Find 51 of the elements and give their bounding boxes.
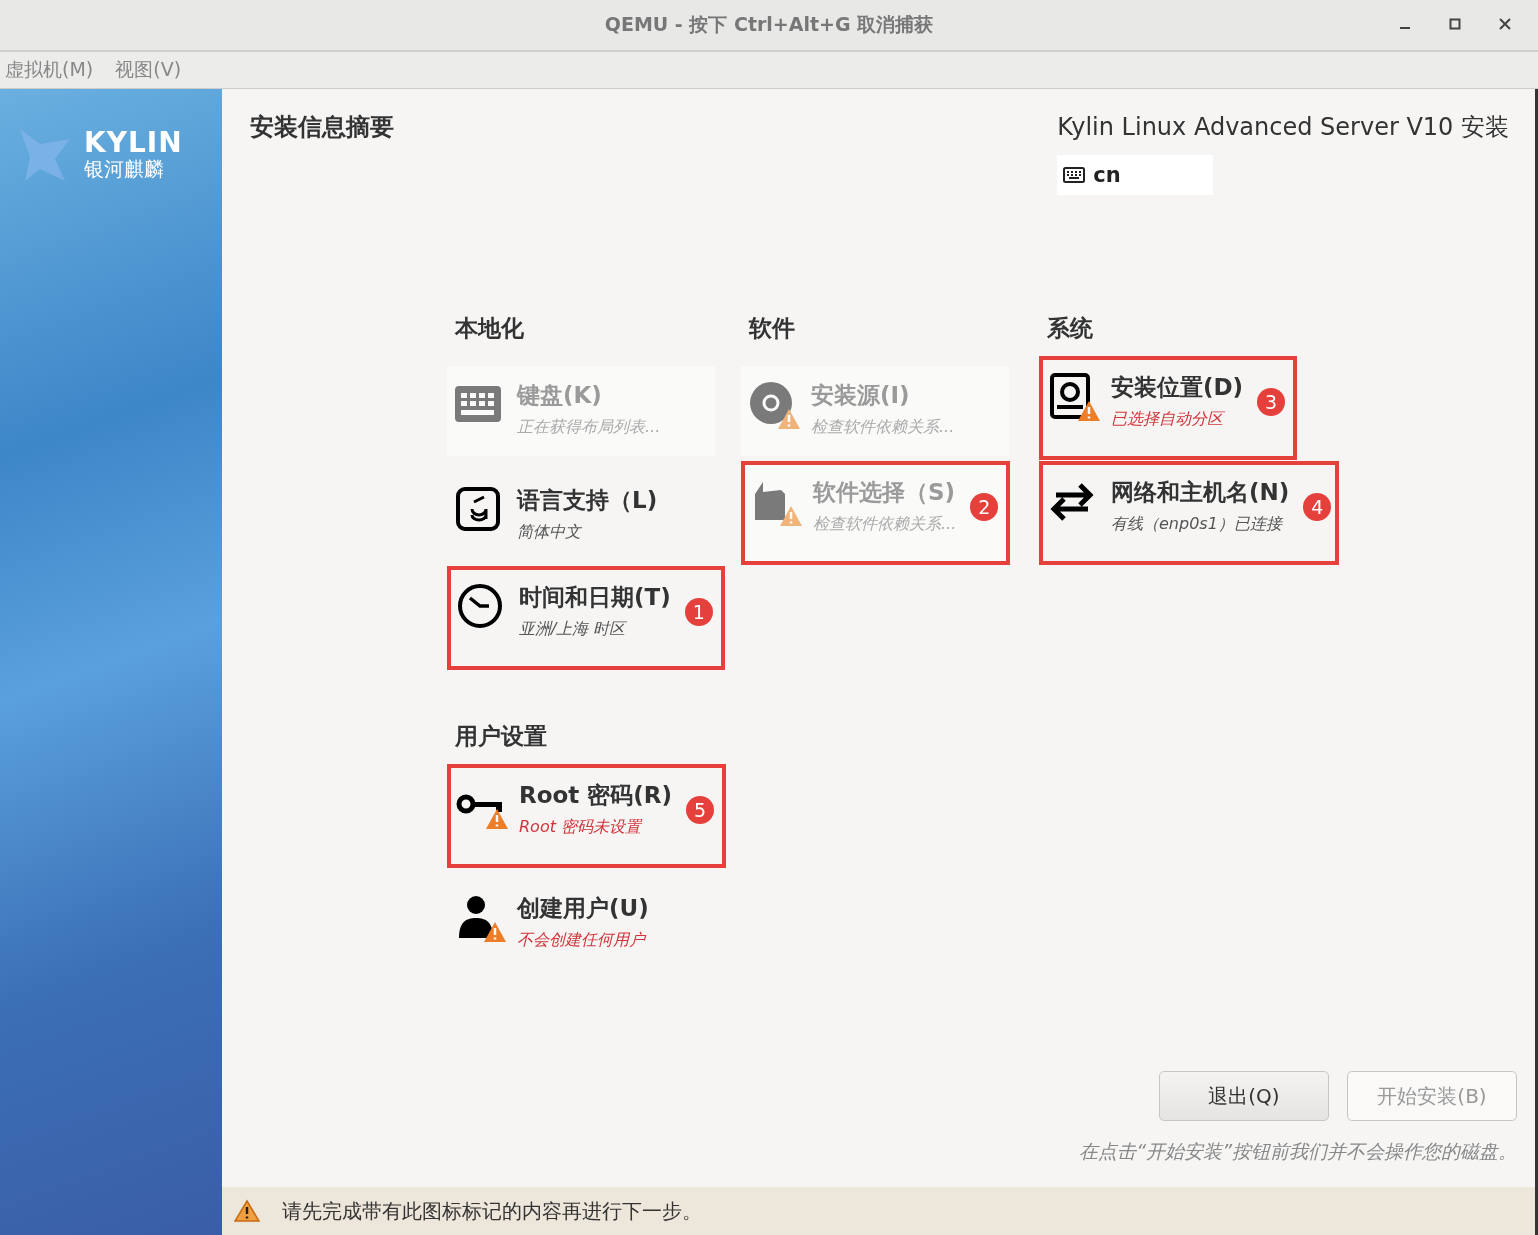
callout-number: 4 (1303, 493, 1332, 521)
action-button[interactable]: 退出(Q) (1159, 1071, 1329, 1121)
setting-item[interactable]: 时间和日期(T) 亚洲/上海 时区 1 (447, 566, 725, 670)
item-status: 检查软件依赖关系... (813, 514, 957, 535)
status-message: 请先完成带有此图标标记的内容再进行下一步。 (282, 1197, 702, 1225)
page-title: 安装信息摘要 (250, 112, 394, 143)
logo-text: KYLIN (84, 127, 183, 159)
item-status: 不会创建任何用户 (517, 930, 648, 951)
warning-icon (234, 1199, 260, 1223)
keyboard-icon (1063, 167, 1086, 183)
setting-item[interactable]: 创建用户(U) 不会创建任何用户 (447, 879, 687, 969)
item-status: 简体中文 (517, 522, 583, 543)
item-status: 检查软件依赖关系... (811, 417, 955, 438)
item-status: 已选择自动分区 (1111, 409, 1226, 430)
callout-number: 5 (686, 796, 715, 824)
maximize-icon[interactable] (1448, 17, 1462, 31)
setting-item[interactable]: Root 密码(R) Root 密码未设置 5 (447, 764, 727, 868)
item-title: 软件选择（S) (813, 478, 957, 507)
close-icon[interactable] (1498, 17, 1512, 31)
logo-subtext: 银河麒麟 (84, 158, 165, 181)
item-title: 网络和主机名(N) (1111, 478, 1290, 507)
item-title: 语言支持（L) (517, 486, 658, 515)
window-title: QEMU - 按下 Ctrl+Alt+G 取消捕获 (604, 12, 934, 37)
keyboard-icon (454, 384, 502, 424)
item-status: 正在获得布局列表... (517, 417, 661, 438)
callout-number: 1 (684, 598, 713, 626)
setting-item[interactable]: 语言支持（L) 简体中文 (447, 471, 687, 561)
item-status: 亚洲/上海 时区 (519, 619, 628, 640)
section-title: 用户设置 (455, 722, 548, 751)
section-title: 本地化 (455, 314, 525, 343)
item-title: Root 密码(R) (519, 781, 673, 810)
clock-icon (457, 583, 503, 629)
item-title: 时间和日期(T) (519, 583, 671, 612)
callout-number: 3 (1257, 388, 1286, 416)
callout-number: 2 (970, 493, 999, 521)
keyboard-layout-indicator[interactable]: cn (1057, 155, 1214, 195)
section-title: 系统 (1047, 314, 1094, 343)
disc-icon (749, 381, 795, 427)
section-title: 软件 (749, 314, 796, 343)
key-icon (456, 793, 504, 815)
setting-item[interactable]: 安装位置(D) 已选择自动分区 3 (1039, 356, 1298, 460)
product-title: Kylin Linux Advanced Server V10 安装 (1057, 112, 1509, 143)
item-title: 安装位置(D) (1111, 373, 1244, 402)
item-title: 安装源(I) (811, 381, 911, 410)
disk-note: 在点击“开始安装”按钮前我们并不会操作您的磁盘。 (1079, 1139, 1517, 1164)
item-status: 有线（enp0s1）已连接 (1111, 514, 1284, 535)
item-status: Root 密码未设置 (519, 817, 644, 838)
setting-item[interactable]: 网络和主机名(N) 有线（enp0s1）已连接 4 (1039, 461, 1339, 565)
item-title: 创建用户(U) (517, 894, 649, 923)
item-title: 键盘(K) (517, 381, 603, 410)
language-icon (456, 487, 500, 531)
